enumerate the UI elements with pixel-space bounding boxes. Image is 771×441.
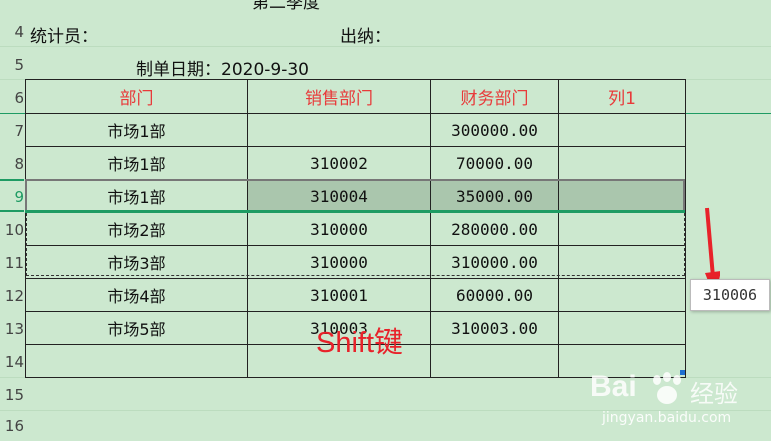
row-header[interactable]: 5 [0,50,25,80]
cell-sales[interactable]: 310002 [247,146,431,180]
cashier-label[interactable]: 出纳： [340,22,391,47]
cell-sales[interactable]: 310000 [247,245,431,279]
watermark-brand: Bai [590,370,637,403]
cell-dept[interactable]: 市场5部 [25,311,248,345]
row-header-selected[interactable]: 9 [0,182,25,212]
cell-sales[interactable]: 310001 [247,278,431,312]
cell-finance[interactable]: 310000.00 [430,245,559,279]
cell-finance[interactable]: 310003.00 [430,311,559,345]
paw-logo-icon [653,372,681,404]
watermark-url: jingyan.baidu.com [602,410,732,426]
column-header-sales[interactable]: 销售部门 [247,79,431,114]
row-header[interactable]: 16 [0,411,25,441]
row-header[interactable]: 15 [0,380,25,410]
cell-col1[interactable] [558,212,686,246]
drag-insert-indicator [25,210,685,213]
column-header-finance[interactable]: 财务部门 [430,79,559,114]
baidu-watermark: Bai 经验 jingyan.baidu.com [590,370,765,432]
cell-dept[interactable] [25,344,248,378]
cell-col1[interactable] [558,179,686,213]
cell-col1[interactable] [558,113,686,147]
shift-key-annotation: Shift键 [316,327,404,359]
column-header-col1[interactable]: 列1 [558,79,686,114]
cell-finance[interactable]: 35000.00 [430,179,559,213]
cell-dept[interactable]: 市场1部 [25,113,248,147]
cell-dept[interactable]: 市场3部 [25,245,248,279]
cell-finance[interactable]: 60000.00 [430,278,559,312]
table-row: 市场4部 310001 60000.00 [25,278,686,312]
table-row-selected: 市场1部 310004 35000.00 [25,179,686,213]
row-header[interactable]: 7 [0,116,25,146]
cell-col1[interactable] [558,311,686,345]
row-header[interactable]: 11 [0,248,25,278]
row-header[interactable]: 10 [0,215,25,245]
date-label[interactable]: 制单日期：2020-9-30 [136,55,309,80]
table-row: 市场1部 310002 70000.00 [25,146,686,180]
sheet-title: 第二季度 [252,0,320,13]
row-header[interactable]: 4 [0,17,25,47]
row-selection-marker [0,179,24,181]
cell-finance[interactable]: 300000.00 [430,113,559,147]
cell-finance[interactable]: 280000.00 [430,212,559,246]
row-header[interactable]: 6 [0,83,25,113]
cell-finance[interactable]: 70000.00 [430,146,559,180]
row-header[interactable]: 14 [0,347,25,377]
row-header[interactable]: 13 [0,314,25,344]
cell-sales[interactable] [247,113,431,147]
cell-col1[interactable] [558,245,686,279]
watermark-brand-cn: 经验 [690,380,738,408]
cell-sales[interactable]: 310000 [247,212,431,246]
cell-dept[interactable]: 市场4部 [25,278,248,312]
cell-value-tooltip: 310006 [690,279,770,311]
row-header[interactable]: 8 [0,149,25,179]
cell-dept[interactable]: 市场1部 [25,146,248,180]
table-row: 市场2部 310000 280000.00 [25,212,686,246]
cell-col1[interactable] [558,278,686,312]
cell-col1[interactable] [558,146,686,180]
row-selection-marker [0,210,24,212]
table-row: 市场3部 310000 310000.00 [25,245,686,279]
table-row: 市场1部 300000.00 [25,113,686,147]
cell-dept-active[interactable]: 市场1部 [25,179,248,213]
column-header-dept[interactable]: 部门 [25,79,248,114]
statistician-label[interactable]: 统计员： [30,22,98,47]
cell-sales[interactable]: 310004 [247,179,431,213]
row-header[interactable]: 12 [0,281,25,311]
cell-finance[interactable] [430,344,559,378]
cell-dept[interactable]: 市场2部 [25,212,248,246]
table-header-row: 部门 销售部门 财务部门 列1 [25,79,686,114]
